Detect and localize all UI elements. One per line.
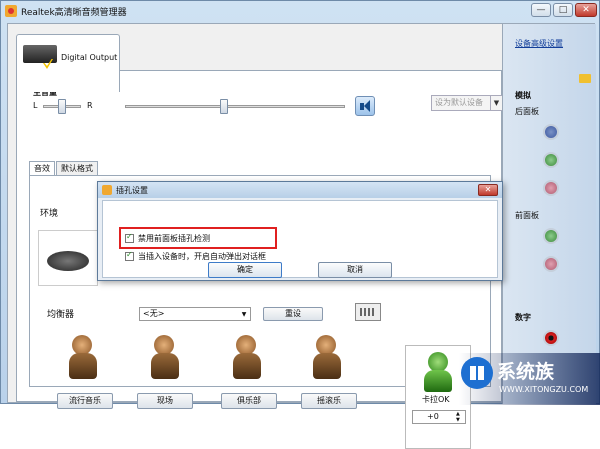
device-tab-digital-output[interactable]: Digital Output [16,34,120,92]
chevron-down-icon: ▼ [241,311,247,318]
tab-sound-effects[interactable]: 音效 [29,161,55,175]
dialog-title: 插孔设置 [116,186,148,195]
volume-slider-thumb[interactable] [220,99,228,114]
volume-group: 主音量 L R 设为默认设备 ▼ [29,87,503,129]
window-controls: — □ ✕ [531,3,597,17]
set-default-device-button[interactable]: 设为默认设备 ▼ [431,95,503,111]
equalizer-label: 均衡器 [47,310,75,320]
front-pink-jack-icon[interactable] [543,256,559,272]
watermark-url: WWW.XITONGZU.COM [499,385,589,394]
back-green-jack-icon[interactable] [543,152,559,168]
disc-icon [47,251,89,271]
option-label: 禁用前面板插孔检测 [138,234,210,243]
right-channel-label: R [87,101,93,110]
analog-label: 模拟 [515,91,531,100]
windows-logo-icon [461,357,493,389]
rock-figure-icon[interactable] [307,335,349,381]
balance-slider-thumb[interactable] [58,99,66,114]
cancel-button[interactable]: 取消 [318,262,392,278]
karaoke-label: 卡拉OK [422,395,450,404]
back-panel-label: 后面板 [515,107,539,116]
genre-button-live[interactable]: 现场 [137,393,193,409]
title-bar: Realtek高清晰音频管理器 — □ ✕ [1,1,600,21]
equalizer-icon[interactable] [355,303,381,321]
checkbox-checked[interactable] [125,232,134,243]
stepper-arrows-icon[interactable]: ▲ ▼ [456,411,464,423]
advanced-settings-link[interactable]: 设备高级设置 [515,38,563,49]
ok-button[interactable]: 确定 [208,262,282,278]
environment-label: 环境 [40,209,59,219]
speaker-app-icon [102,185,112,195]
front-panel-label: 前面板 [515,211,539,220]
minimize-button[interactable]: — [531,3,551,17]
maximize-button[interactable]: □ [553,3,573,17]
watermark: 系统族 WWW.XITONGZU.COM [459,353,600,405]
equalizer-value: <无> [143,309,165,318]
device-tab-label: Digital Output [61,53,118,62]
environment-image[interactable] [38,230,98,286]
karaoke-figure-icon[interactable] [420,352,456,392]
genre-button-pop[interactable]: 流行音乐 [57,393,113,409]
connector-panel: 设备高级设置 模拟 后面板 前面板 数字 [502,24,596,404]
app-window: Realtek高清晰音频管理器 — □ ✕ 主音量 L R 设为默认设备 ▼ 音… [0,0,600,449]
karaoke-value: +0 [427,412,439,421]
digital-label: 数字 [515,313,531,322]
back-pink-jack-icon[interactable] [543,180,559,196]
speaker-app-icon [5,5,17,17]
dialog-title-bar: 插孔设置 ✕ [98,182,502,198]
mute-speaker-icon[interactable] [355,96,375,116]
set-default-device-label: 设为默认设备 [435,98,483,107]
jack-settings-dialog: 插孔设置 ✕ 禁用前面板插孔检测 当插入设备时，开启自动弹出对话框 确定 取消 [97,181,503,281]
dialog-close-button[interactable]: ✕ [478,184,498,196]
genre-button-club[interactable]: 俱乐部 [221,393,277,409]
left-channel-label: L [33,101,38,110]
reset-button[interactable]: 重设 [263,307,323,321]
back-blue-jack-icon[interactable] [543,124,559,140]
genre-button-rock[interactable]: 摇滚乐 [301,393,357,409]
watermark-text: 系统族 [497,361,555,383]
disable-front-jack-detection-option[interactable]: 禁用前面板插孔检测 [125,232,210,244]
pop-figure-icon[interactable] [63,335,105,381]
chevron-down-icon[interactable]: ▼ [490,96,502,110]
folder-icon[interactable] [579,74,591,83]
digital-jack-icon[interactable] [543,330,559,346]
karaoke-stepper[interactable]: +0 ▲ ▼ [412,410,466,424]
volume-slider-track[interactable] [125,105,345,108]
equalizer-select[interactable]: <无> ▼ [139,307,251,321]
dialog-body: 禁用前面板插孔检测 当插入设备时，开启自动弹出对话框 [102,200,498,278]
front-green-jack-icon[interactable] [543,228,559,244]
tab-default-format[interactable]: 默认格式 [56,161,98,175]
checkbox-checked[interactable] [125,250,134,261]
window-title: Realtek高清晰音频管理器 [21,7,127,18]
auto-popup-dialog-option[interactable]: 当插入设备时，开启自动弹出对话框 [125,250,266,262]
option-label: 当插入设备时，开启自动弹出对话框 [138,252,266,261]
live-figure-icon[interactable] [145,335,187,381]
club-figure-icon[interactable] [227,335,269,381]
effect-tabs: 音效 默认格式 [29,161,99,175]
close-button[interactable]: ✕ [575,3,597,17]
